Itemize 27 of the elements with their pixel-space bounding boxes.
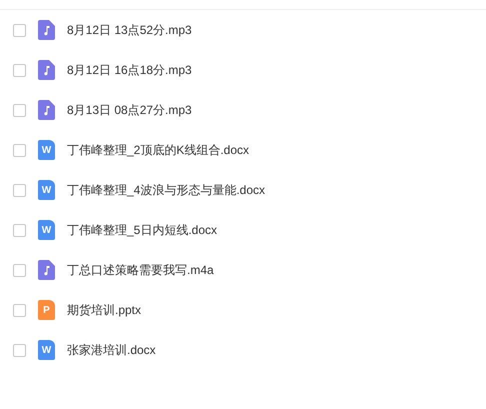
document-icon: W xyxy=(38,220,55,240)
checkbox[interactable] xyxy=(13,224,26,236)
checkbox[interactable] xyxy=(13,184,26,196)
file-name[interactable]: 丁总口述策略需要我写.m4a xyxy=(67,261,214,279)
checkbox[interactable] xyxy=(13,304,26,316)
file-name[interactable]: 期货培训.pptx xyxy=(67,301,142,319)
file-name[interactable]: 丁伟峰整理_2顶底的K线组合.docx xyxy=(67,141,250,159)
document-icon: W xyxy=(38,340,55,360)
music-note-icon xyxy=(38,100,55,120)
document-icon: W xyxy=(38,180,55,200)
document-icon: W xyxy=(38,140,55,160)
music-note-icon xyxy=(38,20,55,40)
checkbox[interactable] xyxy=(13,344,26,356)
music-note-icon xyxy=(38,260,55,280)
file-name[interactable]: 丁伟峰整理_4波浪与形态与量能.docx xyxy=(67,181,266,199)
file-name[interactable]: 张家港培训.docx xyxy=(67,341,156,359)
file-name[interactable]: 8月12日 16点18分.mp3 xyxy=(67,61,192,79)
checkbox[interactable] xyxy=(13,104,26,116)
file-name[interactable]: 8月12日 13点52分.mp3 xyxy=(67,21,192,39)
checkbox[interactable] xyxy=(13,24,26,36)
checkbox[interactable] xyxy=(13,264,26,276)
file-name[interactable]: 丁伟峰整理_5日内短线.docx xyxy=(67,221,218,239)
checkbox[interactable] xyxy=(13,64,26,76)
document-icon: P xyxy=(38,300,55,320)
checkbox[interactable] xyxy=(13,144,26,156)
music-note-icon xyxy=(38,60,55,80)
file-name[interactable]: 8月13日 08点27分.mp3 xyxy=(67,101,192,119)
